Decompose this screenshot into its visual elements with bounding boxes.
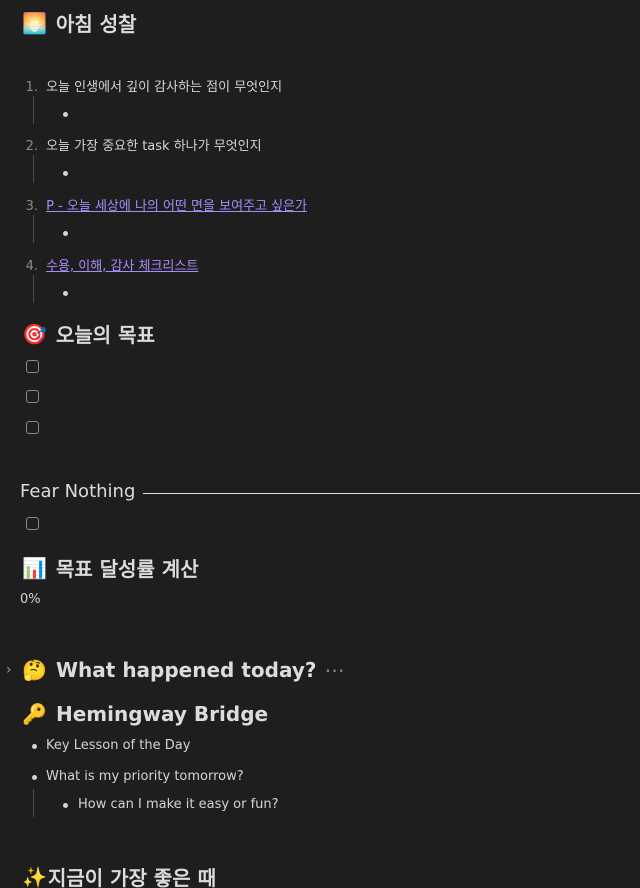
list-item: 1. 오늘 인생에서 깊이 감사하는 점이 무엇인지 xyxy=(22,76,282,95)
page-link[interactable]: 수용, 이해, 감사 체크리스트 xyxy=(46,259,198,274)
page-link[interactable]: P - 오늘 세상에 나의 어떤 면을 보여주고 싶은가 xyxy=(46,199,307,214)
todo-checkbox[interactable] xyxy=(26,360,39,373)
empty-bullet[interactable] xyxy=(63,291,68,296)
list-item-text: 오늘 가장 중요한 task 하나가 무엇인지 xyxy=(46,139,262,154)
sunrise-icon: 🌅 xyxy=(22,10,47,35)
sparkles-icon: ✨ xyxy=(22,864,47,888)
indent-guide xyxy=(33,789,34,817)
heading-hemingway-bridge: 🔑 Hemingway Bridge xyxy=(22,702,268,726)
rate-value: 0% xyxy=(20,592,41,607)
indent-guide xyxy=(33,96,34,124)
indent-guide xyxy=(33,215,34,243)
heading-what-happened[interactable]: 🤔 What happened today? ⋯ xyxy=(22,658,344,682)
empty-bullet[interactable] xyxy=(63,231,68,236)
heading-text: Hemingway Bridge xyxy=(56,702,269,726)
list-number: 2. xyxy=(25,139,38,154)
heading-text: What happened today? xyxy=(56,658,317,682)
list-item: 2. 오늘 가장 중요한 task 하나가 무엇인지 xyxy=(22,135,262,154)
dart-icon: 🎯 xyxy=(22,321,47,346)
fear-nothing-title: Fear Nothing xyxy=(20,481,136,502)
toggle-arrow-icon[interactable]: › xyxy=(6,662,12,678)
todo-checkbox[interactable] xyxy=(26,421,39,434)
more-options-icon[interactable]: ⋯ xyxy=(324,658,344,682)
heading-goal-rate: 📊 목표 달성률 계산 xyxy=(22,553,199,582)
list-item: 3. P - 오늘 세상에 나의 어떤 면을 보여주고 싶은가 xyxy=(22,195,307,214)
heading-text: 지금이 가장 좋은 때 xyxy=(48,866,217,888)
list-number: 3. xyxy=(25,199,38,214)
list-item: What is my priority tomorrow? xyxy=(46,769,244,784)
list-item-text: 오늘 인생에서 깊이 감사하는 점이 무엇인지 xyxy=(46,80,283,95)
list-bullet xyxy=(63,803,68,808)
heading-morning-reflection: 🌅 아침 성찰 xyxy=(22,8,137,37)
heading-text: 아침 성찰 xyxy=(56,12,137,36)
heading-text: 오늘의 목표 xyxy=(56,323,155,347)
empty-bullet[interactable] xyxy=(63,171,68,176)
heading-todays-goals: 🎯 오늘의 목표 xyxy=(22,319,155,348)
todo-checkbox[interactable] xyxy=(26,517,39,530)
list-bullet xyxy=(32,775,37,780)
heading-text: 목표 달성률 계산 xyxy=(56,557,199,581)
list-bullet xyxy=(32,744,37,749)
indent-guide xyxy=(33,275,34,303)
bar-chart-icon: 📊 xyxy=(22,555,47,580)
list-number: 4. xyxy=(25,259,38,274)
list-item: How can I make it easy or fun? xyxy=(78,797,279,812)
list-number: 1. xyxy=(25,80,38,95)
thinking-face-icon: 🤔 xyxy=(22,658,47,682)
todo-checkbox[interactable] xyxy=(26,390,39,403)
list-item: 4. 수용, 이해, 감사 체크리스트 xyxy=(22,255,199,274)
indent-guide xyxy=(33,155,34,183)
key-icon: 🔑 xyxy=(22,702,47,726)
list-item: Key Lesson of the Day xyxy=(46,738,191,753)
empty-bullet[interactable] xyxy=(63,112,68,117)
heading-best-time: ✨ 지금이 가장 좋은 때 xyxy=(22,862,216,888)
divider xyxy=(143,493,640,494)
